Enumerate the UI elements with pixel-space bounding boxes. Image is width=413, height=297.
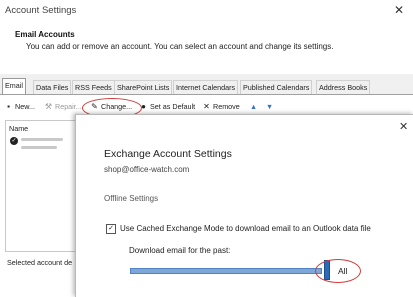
tab-data-files[interactable]: Data Files bbox=[33, 80, 72, 94]
tab-email[interactable]: Email bbox=[2, 78, 26, 95]
arrow-down-icon[interactable]: ▼ bbox=[266, 100, 273, 114]
arrow-up-icon[interactable]: ▲ bbox=[250, 100, 257, 114]
repair-icon: ⚒ bbox=[44, 102, 53, 111]
exchange-account-settings-dialog: ✕ Exchange Account Settings shop@office-… bbox=[75, 114, 413, 297]
tab-rss-feeds[interactable]: RSS Feeds bbox=[72, 80, 115, 94]
cached-mode-label: Use Cached Exchange Mode to download ema… bbox=[120, 224, 371, 233]
account-list[interactable]: Name ✓ bbox=[5, 120, 77, 252]
account-name-redacted bbox=[21, 138, 63, 141]
window-close-icon[interactable]: ✕ bbox=[394, 3, 404, 17]
new-label: New... bbox=[15, 102, 35, 111]
new-button[interactable]: ▪ New... bbox=[4, 100, 35, 114]
title-bar: Account Settings ✕ bbox=[0, 0, 413, 22]
tab-address-books[interactable]: Address Books bbox=[316, 80, 371, 94]
remove-button[interactable]: ✕ Remove bbox=[202, 100, 240, 114]
dialog-close-icon[interactable]: ✕ bbox=[399, 120, 408, 133]
remove-icon: ✕ bbox=[203, 102, 210, 111]
account-email: shop@office-watch.com bbox=[104, 165, 190, 174]
list-header-name: Name bbox=[9, 124, 29, 133]
tab-sharepoint-lists[interactable]: SharePoint Lists bbox=[114, 80, 173, 94]
header: Email Accounts You can add or remove an … bbox=[0, 22, 413, 74]
slider-highlight-circle bbox=[315, 259, 361, 283]
offline-settings-heading: Offline Settings bbox=[104, 194, 159, 203]
new-icon: ▪ bbox=[7, 102, 10, 111]
account-detail-redacted bbox=[21, 146, 57, 149]
tab-published-calendars[interactable]: Published Calendars bbox=[240, 80, 313, 94]
cached-mode-checkbox[interactable]: ✓ bbox=[106, 224, 116, 234]
repair-label: Repair... bbox=[55, 102, 82, 111]
remove-label: Remove bbox=[213, 102, 240, 111]
dialog-title: Exchange Account Settings bbox=[104, 148, 232, 160]
account-settings-window: Account Settings ✕ Email Accounts You ca… bbox=[0, 0, 413, 297]
repair-button[interactable]: ⚒ Repair... bbox=[44, 100, 82, 114]
download-period-label: Download email for the past: bbox=[129, 246, 231, 255]
selected-account-label: Selected account de bbox=[7, 258, 73, 267]
download-period-slider[interactable] bbox=[130, 268, 322, 274]
set-default-button[interactable]: ● Set as Default bbox=[139, 100, 195, 114]
section-heading: Email Accounts bbox=[15, 30, 75, 39]
tab-internet-calendars[interactable]: Internet Calendars bbox=[173, 80, 239, 94]
set-default-label: Set as Default bbox=[150, 102, 196, 111]
section-description: You can add or remove an account. You ca… bbox=[26, 42, 334, 51]
tab-strip: Email Data Files RSS Feeds SharePoint Li… bbox=[0, 78, 413, 95]
default-account-icon: ✓ bbox=[10, 137, 18, 145]
window-title: Account Settings bbox=[5, 5, 77, 16]
